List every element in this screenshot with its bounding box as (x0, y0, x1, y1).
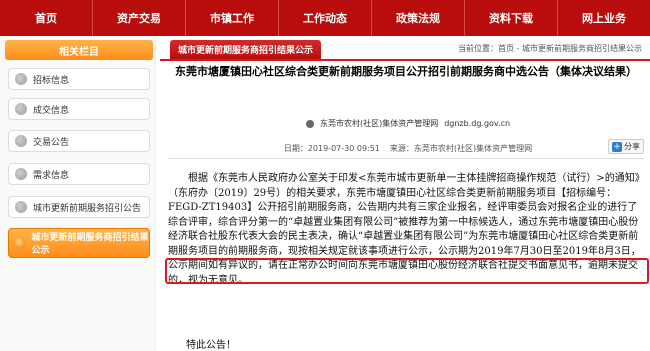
bullet-icon (15, 103, 27, 115)
sidebar-item-demand-info[interactable]: 需求信息 (8, 163, 150, 185)
nav-online-service[interactable]: 网上业务 (558, 0, 650, 36)
nav-town-work[interactable]: 市镇工作 (186, 0, 279, 36)
source-icon (305, 119, 314, 128)
nav-work-news[interactable]: 工作动态 (279, 0, 372, 36)
source-line: 东莞市农村(社区)集体资产管理网 dgnzb.dg.gov.cn (170, 118, 646, 129)
tab-current[interactable]: 城市更新前期服务商招引结果公示 (170, 40, 322, 59)
nav-home[interactable]: 首页 (0, 0, 93, 36)
sidebar-item-deal-info[interactable]: 成交信息 (8, 98, 150, 120)
sidebar-header: 相关栏目 (5, 40, 153, 60)
sidebar-item-label: 招标信息 (33, 75, 70, 86)
nav-policy[interactable]: 政策法规 (372, 0, 465, 36)
highlight-box (165, 258, 649, 284)
sidebar-item-urban-renewal-notice[interactable]: 城市更新前期服务招引公告 (8, 196, 150, 218)
share-label: 分享 (624, 142, 640, 151)
sidebar-item-label: 成交信息 (33, 105, 70, 116)
sidebar-item-label: 城市更新前期服务招引公告 (33, 203, 142, 214)
source-left: 东莞市农村(社区)集体资产管理网 (319, 119, 439, 128)
meta-source: 来源：东莞市农村(社区)集体资产管理网 (389, 143, 533, 153)
top-nav: 首页 资产交易 市镇工作 工作动态 政策法规 资料下载 网上业务 (0, 0, 650, 36)
sidebar-item-label: 城市更新前期服务商招引结果公示 (31, 233, 149, 256)
share-button[interactable]: + 分享 (608, 139, 644, 154)
nav-asset-trade[interactable]: 资产交易 (93, 0, 186, 36)
sidebar-item-label: 交易公告 (33, 137, 70, 148)
bullet-icon (15, 73, 27, 85)
nav-downloads[interactable]: 资料下载 (465, 0, 558, 36)
source-right[interactable]: dgnzb.dg.gov.cn (444, 119, 510, 128)
sidebar-item-bidding-info[interactable]: 招标信息 (8, 68, 150, 90)
sidebar-item-trade-notice[interactable]: 交易公告 (8, 130, 150, 152)
meta-date: 日期：2019-07-30 09:51 (283, 143, 380, 153)
breadcrumb[interactable]: 当前位置：首页 - 城市更新前期服务商招引结果公示 (458, 43, 642, 54)
plus-icon: + (612, 141, 622, 152)
page-title: 东莞市塘厦镇田心社区综合类更新前期服务项目公开招引前期服务商中选公告（集体决议结… (175, 65, 637, 78)
bullet-icon (15, 201, 27, 213)
closing-line: 特此公告！ (186, 340, 236, 351)
bullet-icon (15, 168, 27, 180)
sidebar-item-label: 需求信息 (33, 170, 70, 181)
sidebar-item-urban-renewal-result[interactable]: 城市更新前期服务商招引结果公示 (8, 228, 150, 258)
bullet-icon (15, 237, 26, 249)
bullet-icon (15, 135, 27, 147)
divider (168, 158, 644, 159)
meta-line: 日期：2019-07-30 09:51 来源：东莞市农村(社区)集体资产管理网 (170, 141, 646, 155)
